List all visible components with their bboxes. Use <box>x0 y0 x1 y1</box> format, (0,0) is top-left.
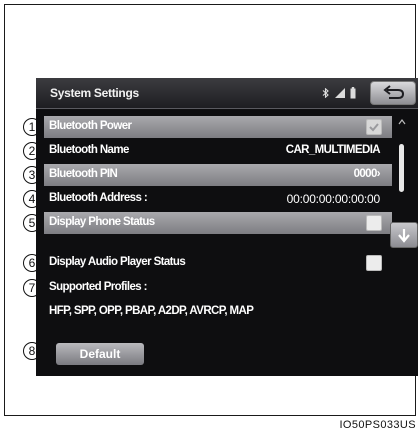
scroll-down-button[interactable] <box>390 222 418 248</box>
bluetooth-pin-label: Bluetooth PIN <box>49 168 118 180</box>
default-button[interactable]: Default <box>56 343 144 365</box>
supported-profiles-label: Supported Profiles : <box>49 281 148 293</box>
checkmark-icon <box>369 123 379 132</box>
scroll-up-arrow-icon <box>398 119 406 125</box>
bluetooth-power-checkbox[interactable] <box>366 119 382 135</box>
bluetooth-pin-row[interactable]: Bluetooth PIN 0000› <box>44 164 392 186</box>
display-audio-player-status-row[interactable]: Display Audio Player Status <box>44 252 392 274</box>
bluetooth-icon <box>322 88 329 98</box>
bluetooth-name-value: CAR_MULTIMEDIA <box>285 144 381 156</box>
bluetooth-address-value: 00:00:00:00:00:00 <box>286 192 381 206</box>
display-phone-status-checkbox[interactable] <box>366 215 382 231</box>
screen-title: System Settings <box>50 86 139 100</box>
return-arrow-icon <box>383 85 405 99</box>
bluetooth-address-label: Bluetooth Address : <box>49 192 148 204</box>
battery-icon <box>350 87 356 99</box>
display-phone-status-label: Display Phone Status <box>49 216 155 228</box>
supported-profiles-row: Supported Profiles : <box>44 277 392 299</box>
display-phone-status-row[interactable]: Display Phone Status <box>44 212 392 234</box>
bluetooth-address-row: Bluetooth Address : 00:00:00:00:00:00 <box>44 188 392 210</box>
display-audio-player-status-label: Display Audio Player Status <box>49 256 186 268</box>
supported-profiles-values: HFP, SPP, OPP, PBAP, A2DP, AVRCP, MAP <box>49 305 254 317</box>
figure-code: IO50PS033US <box>339 419 416 431</box>
scroll-thumb[interactable] <box>399 144 404 192</box>
bluetooth-power-label: Bluetooth Power <box>49 120 132 132</box>
signal-icon <box>335 88 345 98</box>
bluetooth-pin-value: 0000› <box>353 168 381 180</box>
bluetooth-power-row[interactable]: Bluetooth Power <box>44 116 392 138</box>
bluetooth-name-label: Bluetooth Name <box>49 144 129 156</box>
head-unit-screen: System Settings Bluetooth Power Bluetoot… <box>36 78 418 376</box>
display-audio-player-status-checkbox[interactable] <box>366 255 382 271</box>
bluetooth-name-row[interactable]: Bluetooth Name CAR_MULTIMEDIA <box>44 140 392 162</box>
title-bar: System Settings <box>36 78 418 109</box>
down-arrow-icon <box>398 229 410 243</box>
supported-profiles-values-row: HFP, SPP, OPP, PBAP, A2DP, AVRCP, MAP <box>44 301 392 323</box>
back-button[interactable] <box>370 81 416 105</box>
